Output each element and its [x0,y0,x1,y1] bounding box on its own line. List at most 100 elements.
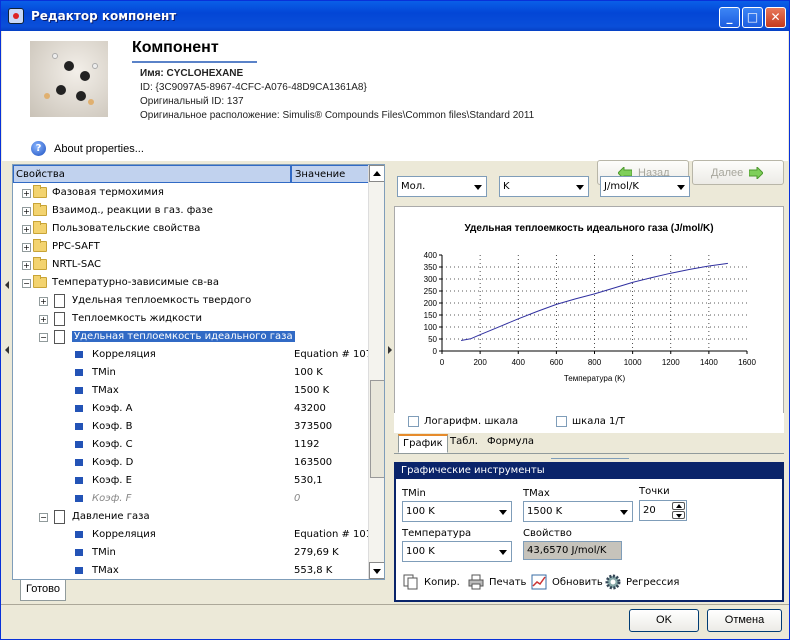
minimize-button[interactable]: _ [719,7,740,28]
about-properties-link[interactable]: About properties... [54,143,144,155]
tree-row[interactable]: Коэф. E 530,1 [13,473,367,491]
points-spinner[interactable]: 20 [639,500,687,521]
refresh-button[interactable]: Обновить [531,574,603,592]
status-area: Готово [12,580,385,602]
tree-row[interactable]: − Давление газа [13,509,367,527]
properties-tree[interactable]: Свойства Значение + Фазовая термохимия + Вз… [12,164,385,580]
scroll-thumb[interactable] [370,380,384,478]
tree-row[interactable]: TMax 1500 K [13,383,367,401]
expand-icon[interactable]: + [22,225,31,234]
tree-row-label: TMin [92,367,116,378]
temperature-label: Температура [402,528,472,539]
x-tick-label: 800 [588,358,602,367]
log-scale-checkbox[interactable] [408,416,419,427]
expand-icon[interactable]: + [39,315,48,324]
expand-icon[interactable]: + [39,297,48,306]
tree-row[interactable]: + NRTL-SAC [13,257,367,275]
tree-scrollbar[interactable] [368,165,384,579]
tmin-value: 100 K [406,506,435,517]
tmin-select[interactable]: 100 K [402,501,512,522]
cp-unit-select[interactable]: J/mol/K [600,176,690,197]
tree-row[interactable]: + Пользовательские свойства [13,221,367,239]
help-icon[interactable]: ? [31,141,46,156]
inverse-scale-checkbox[interactable] [556,416,567,427]
tree-row[interactable]: Корреляция Equation # 101 [13,527,372,545]
folder-icon [33,185,47,198]
tmax-select[interactable]: 1500 K [523,501,633,522]
spin-up-button[interactable] [672,502,685,510]
tree-row-label: TMin [92,547,116,558]
column-property-header[interactable]: Свойства [13,165,291,183]
scroll-up-button[interactable] [369,165,384,182]
collapse-icon[interactable]: − [39,513,48,522]
original-location: Оригинальное расположение: Simulis® Comp… [140,110,535,121]
tree-row-label: Коэф. D [92,457,134,468]
scale-options: Логарифм. шкала шкала 1/T [394,413,784,433]
chart-panel: Удельная теплоемкость идеального газа (J… [394,206,784,433]
collapse-icon[interactable]: − [39,333,48,342]
tree-row[interactable]: Коэф. D 163500 [13,455,367,473]
property-icon [75,549,83,556]
y-tick-label: 50 [428,335,437,344]
tree-row[interactable]: − Температурно-зависимые св-ва [13,275,367,293]
left-splitter-arrow-2[interactable] [5,346,9,354]
scroll-down-button[interactable] [369,562,384,579]
close-button[interactable]: ✕ [765,7,786,28]
expand-icon[interactable]: + [22,207,31,216]
tab-formula[interactable]: Формула [483,434,538,453]
tree-row-value: 100 K [294,367,323,378]
tree-row[interactable]: + Удельная теплоемкость твердого [13,293,367,311]
center-splitter-arrow[interactable] [388,346,392,354]
cancel-button[interactable]: Отмена [707,609,782,632]
title-bar[interactable]: Редактор компонент _ □ ✕ [1,1,789,31]
tree-row[interactable]: + Фазовая термохимия [13,185,367,203]
x-tick-label: 600 [550,358,564,367]
expand-icon[interactable]: + [22,189,31,198]
collapse-icon[interactable]: − [22,279,31,288]
tree-row[interactable]: Корреляция Equation # 107 [13,347,372,365]
amount-unit-select[interactable]: Мол. [397,176,487,197]
expand-icon[interactable]: + [22,243,31,252]
tree-row[interactable]: Коэф. C 1192 [13,437,367,455]
tree-row[interactable]: Коэф. A 43200 [13,401,367,419]
ok-button[interactable]: OK [629,609,699,632]
property-icon [75,477,83,484]
tree-row[interactable]: + PPC-SAFT [13,239,367,257]
maximize-button[interactable]: □ [742,7,763,28]
status-text: Готово [20,580,66,601]
property-icon [75,441,83,448]
print-button[interactable]: Печать [468,574,526,592]
points-value: 20 [643,505,656,516]
tmax-value: 1500 K [527,506,563,517]
tab-chart[interactable]: График [398,434,448,453]
chevron-down-icon [572,177,588,196]
y-tick-label: 0 [433,347,438,356]
expand-icon[interactable]: + [22,261,31,270]
spin-down-button[interactable] [672,511,685,519]
tree-row[interactable]: + Теплоемкость жидкости [13,311,367,329]
copy-button[interactable]: Копир. [403,574,461,592]
tab-table[interactable]: Табл. [446,434,482,453]
property-value: 43,6570 J/mol/K [523,541,622,560]
series-line [461,262,728,341]
regression-button[interactable]: Регрессия [605,574,685,592]
x-tick-label: 1600 [738,358,756,367]
column-value-header[interactable]: Значение [291,165,369,183]
tree-row[interactable]: TMin 100 K [13,365,367,383]
tree-row[interactable]: TMax 553,8 K [13,563,367,579]
tree-row[interactable]: − Удельная теплоемкость идеального газа [13,329,367,347]
temperature-value: 100 K [406,546,435,557]
tree-row[interactable]: Коэф. F 0 [13,491,367,509]
tree-row[interactable]: TMin 279,69 K [13,545,367,563]
tree-row[interactable]: Коэф. B 373500 [13,419,367,437]
property-icon [75,423,83,430]
tree-row[interactable]: + Взаимод., реакции в газ. фазе [13,203,367,221]
next-button[interactable]: Далее [692,160,784,185]
temperature-unit-select[interactable]: K [499,176,589,197]
tree-row-value: 1500 K [294,385,330,396]
property-icon [75,351,83,358]
left-splitter-arrow[interactable] [5,281,9,289]
tmin-label: TMin [402,488,426,499]
temperature-select[interactable]: 100 K [402,541,512,562]
folder-icon [33,239,47,252]
